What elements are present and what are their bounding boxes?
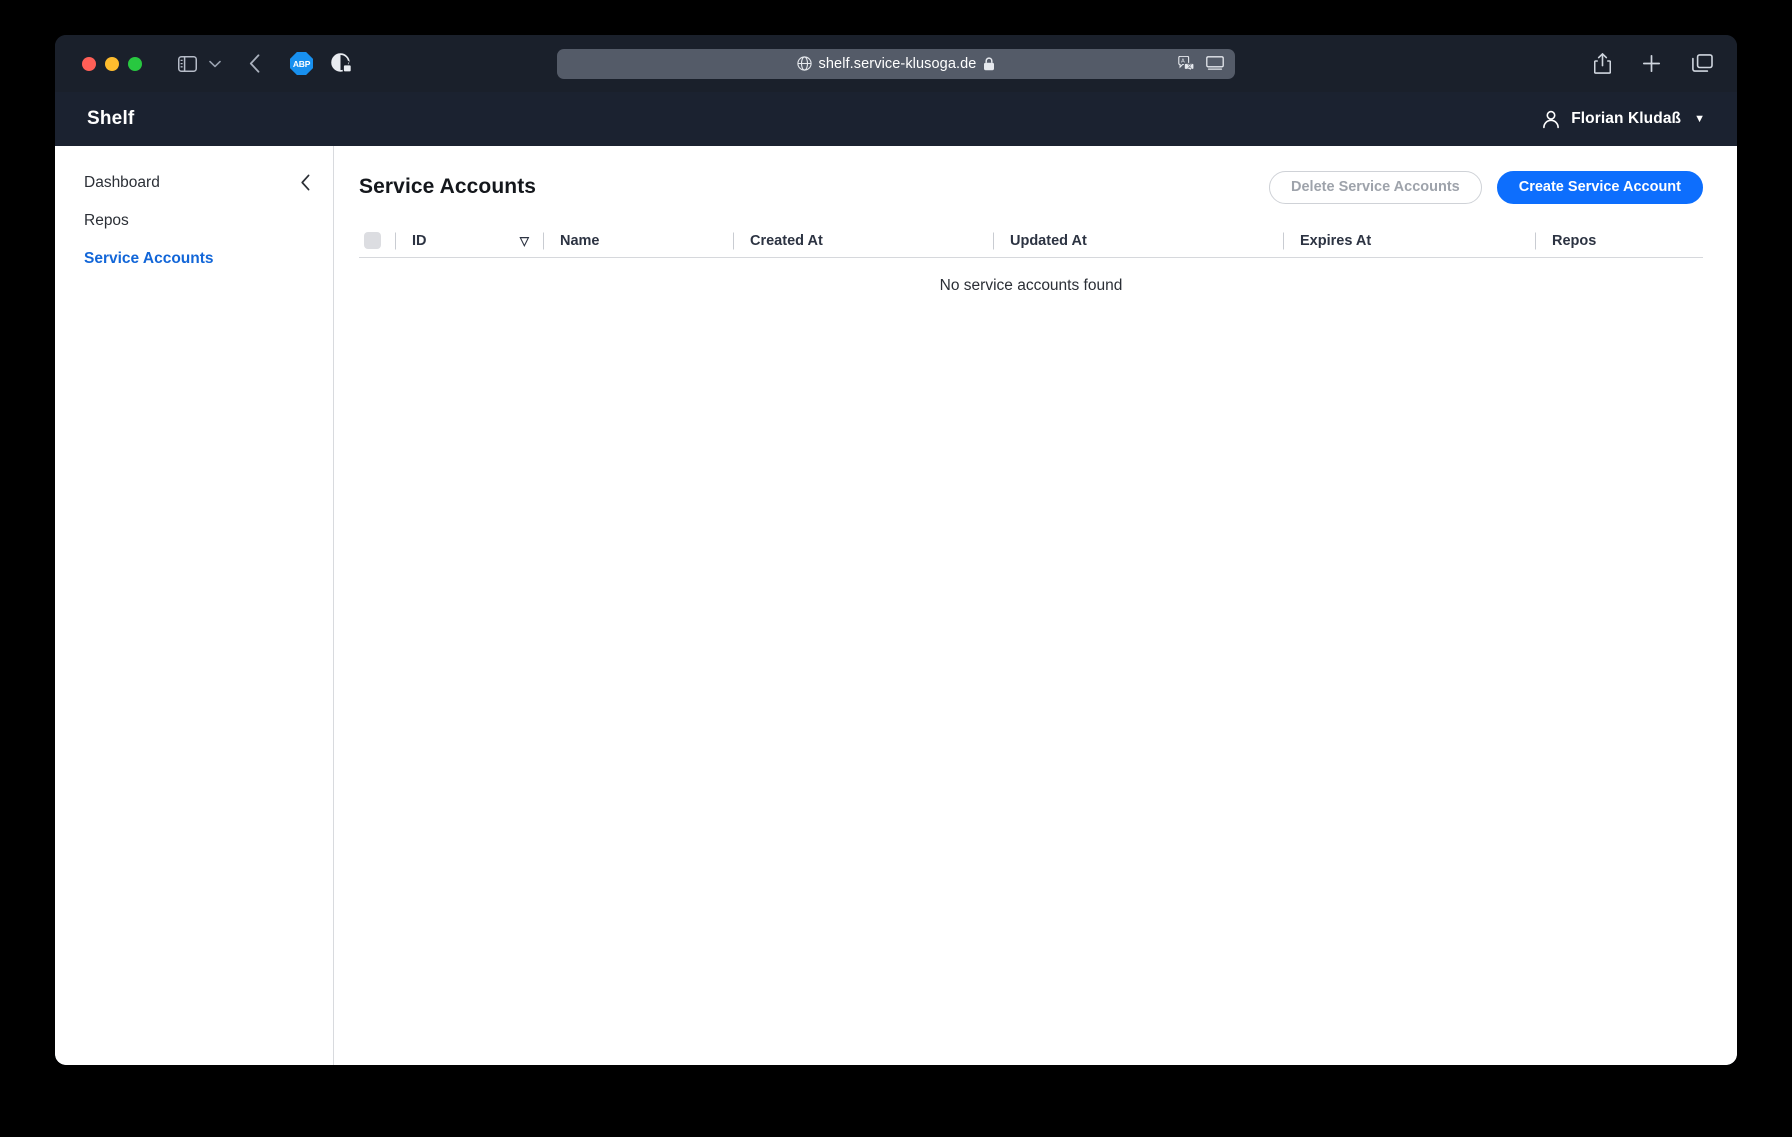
column-label: Expires At [1300, 232, 1372, 249]
column-label: Created At [750, 232, 823, 249]
svg-text:文: 文 [1187, 63, 1192, 70]
sidebar-item-label: Service Accounts [84, 249, 214, 267]
close-window-button[interactable] [82, 56, 96, 71]
new-tab-plus-icon[interactable] [1642, 54, 1661, 73]
user-avatar-icon [1542, 110, 1560, 129]
address-bar-url: shelf.service-klusoga.de [818, 55, 977, 72]
sidebar-toggle-icon[interactable] [178, 55, 197, 72]
sidebar: Dashboard Repos Service Accounts [55, 146, 334, 1065]
table-header-repos[interactable]: Repos [1535, 224, 1703, 257]
user-menu-chevron-icon[interactable]: ▼ [1694, 113, 1705, 125]
user-name-label: Florian Kludaß [1571, 110, 1682, 127]
sidebar-item-label: Dashboard [84, 173, 160, 191]
window-controls [82, 56, 142, 71]
page-actions: Delete Service Accounts Create Service A… [1269, 170, 1703, 204]
maximize-window-button[interactable] [128, 56, 142, 71]
service-accounts-table: ID ▽ Name Created At Updated At Expires … [359, 224, 1703, 313]
translate-icon[interactable]: A 文 [1178, 56, 1195, 71]
sidebar-options-chevron-icon[interactable] [209, 60, 221, 68]
main-content: Service Accounts Delete Service Accounts… [334, 146, 1737, 1065]
sidebar-item-dashboard[interactable]: Dashboard [55, 168, 333, 197]
delete-service-accounts-button[interactable]: Delete Service Accounts [1269, 170, 1482, 204]
app-body: Dashboard Repos Service Accounts Service… [55, 146, 1737, 1065]
column-label: ID [412, 232, 427, 249]
sidebar-item-service-accounts[interactable]: Service Accounts [55, 244, 333, 273]
table-header-row: ID ▽ Name Created At Updated At Expires … [359, 224, 1703, 258]
column-label: Updated At [1010, 232, 1087, 249]
create-service-account-button[interactable]: Create Service Account [1496, 170, 1703, 204]
address-bar-actions: A 文 [1178, 56, 1224, 71]
app-header: Shelf Florian Kludaß ▼ [55, 92, 1737, 146]
reader-mode-icon[interactable] [1206, 56, 1224, 71]
privacy-report-icon[interactable] [330, 52, 353, 75]
column-label: Repos [1552, 232, 1597, 249]
table-empty-state: No service accounts found [939, 276, 1123, 294]
select-all-checkbox[interactable] [364, 232, 381, 249]
table-header-created-at[interactable]: Created At [733, 224, 993, 257]
sidebar-item-repos[interactable]: Repos [55, 206, 333, 235]
sidebar-item-label: Repos [84, 211, 129, 229]
table-header-expires-at[interactable]: Expires At [1283, 224, 1535, 257]
table-header-updated-at[interactable]: Updated At [993, 224, 1283, 257]
sort-descending-icon[interactable]: ▽ [520, 235, 529, 247]
browser-window: ABP shelf.service-klusoga.de A 文 Shelf F… [55, 35, 1737, 1065]
app-title: Shelf [87, 108, 135, 129]
browser-toolbar: ABP shelf.service-klusoga.de A 文 [55, 35, 1737, 92]
table-header-name[interactable]: Name [543, 224, 733, 257]
address-bar[interactable]: shelf.service-klusoga.de A 文 [557, 48, 1235, 79]
globe-icon [796, 56, 812, 71]
page-title: Service Accounts [359, 175, 537, 198]
content-header: Service Accounts Delete Service Accounts… [359, 168, 1703, 206]
lock-icon [983, 56, 995, 71]
column-label: Name [560, 232, 600, 249]
table-header-select-all [359, 224, 395, 257]
adblock-plus-icon[interactable]: ABP [290, 52, 313, 75]
sidebar-collapse-icon[interactable] [300, 174, 311, 191]
tab-overview-icon[interactable] [1692, 54, 1713, 73]
table-header-id[interactable]: ID ▽ [395, 224, 543, 257]
share-icon[interactable] [1594, 53, 1611, 74]
minimize-window-button[interactable] [105, 56, 119, 71]
back-arrow-icon[interactable] [249, 54, 260, 73]
browser-toolbar-right-actions [1594, 53, 1713, 74]
user-menu[interactable]: Florian Kludaß ▼ [1542, 110, 1705, 129]
